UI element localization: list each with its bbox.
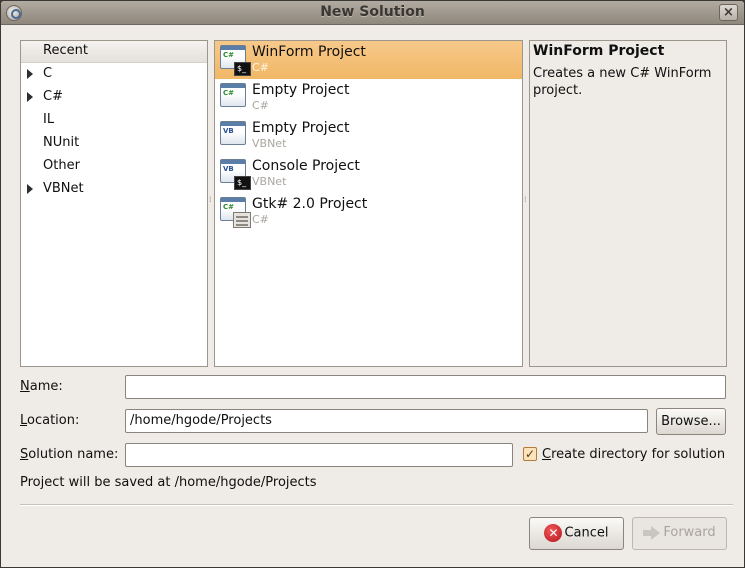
browse-button[interactable]: Browse...	[656, 408, 726, 435]
category-label: C	[43, 66, 53, 81]
category-csharp[interactable]: C#	[21, 86, 207, 109]
template-item-empty-vbnet[interactable]: VB Empty Project VBNet	[215, 117, 522, 155]
location-label: Location:	[20, 413, 80, 428]
template-language: C#	[252, 61, 269, 74]
template-language: VBNet	[252, 175, 287, 188]
template-name: WinForm Project	[252, 44, 366, 60]
category-label: NUnit	[43, 135, 80, 150]
create-directory-checkbox[interactable]: ✓	[523, 447, 537, 461]
close-button[interactable]: ×	[719, 4, 738, 21]
template-language: C#	[252, 99, 269, 112]
expander-icon[interactable]	[27, 92, 33, 102]
expander-icon[interactable]	[27, 184, 33, 194]
template-language: C#	[252, 213, 269, 226]
name-input[interactable]	[125, 375, 726, 399]
category-vbnet[interactable]: VBNet	[21, 178, 207, 201]
category-nunit[interactable]: NUnit	[21, 132, 207, 155]
create-directory-label[interactable]: Create directory for solution	[542, 447, 725, 462]
csharp-project-icon: C#	[220, 83, 246, 107]
forward-arrow-icon	[643, 525, 661, 540]
category-list[interactable]: Recent C C# IL NUnit Other VBNet	[20, 40, 208, 367]
template-language: VBNet	[252, 137, 287, 150]
category-other[interactable]: Other	[21, 155, 207, 178]
cancel-label: Cancel	[564, 525, 609, 541]
csharp-console-project-icon: C# $_	[220, 45, 251, 76]
location-input[interactable]: /home/hgode/Projects	[125, 409, 648, 433]
save-location-info: Project will be saved at /home/hgode/Pro…	[20, 475, 317, 490]
template-name: Gtk# 2.0 Project	[252, 196, 368, 212]
cancel-button[interactable]: ✕ Cancel	[529, 517, 624, 550]
expander-icon[interactable]	[27, 69, 33, 79]
template-name: Empty Project	[252, 82, 350, 98]
forward-label: Forward	[663, 525, 716, 540]
category-label: VBNet	[43, 181, 84, 196]
forward-button[interactable]: Forward	[632, 517, 727, 550]
template-item-empty-csharp[interactable]: C# Empty Project C#	[215, 79, 522, 117]
category-label: C#	[43, 89, 63, 104]
title-bar[interactable]: New Solution ×	[1, 1, 744, 25]
name-label: Name:	[20, 379, 63, 394]
solution-name-input[interactable]	[125, 443, 513, 467]
vbnet-project-icon: VB	[220, 121, 246, 145]
description-title: WinForm Project	[533, 43, 665, 59]
solution-name-label: Solution name:	[20, 447, 119, 462]
cancel-icon: ✕	[544, 524, 563, 542]
template-name: Console Project	[252, 158, 360, 174]
template-item-console-vbnet[interactable]: VB $_ Console Project VBNet	[215, 155, 522, 193]
template-item-gtk[interactable]: C# Gtk# 2.0 Project C#	[215, 193, 522, 231]
pane-resize-handle[interactable]: ⁞	[209, 196, 213, 208]
category-c[interactable]: C	[21, 63, 207, 86]
category-il[interactable]: IL	[21, 109, 207, 132]
pane-resize-handle[interactable]: ⁞	[524, 196, 528, 208]
category-label: IL	[43, 112, 55, 127]
window-title: New Solution	[320, 4, 425, 20]
template-item-winform[interactable]: C# $_ WinForm Project C#	[215, 41, 522, 79]
button-separator	[20, 504, 733, 506]
template-name: Empty Project	[252, 120, 350, 136]
description-text: Creates a new C# WinForm project.	[533, 66, 712, 98]
template-list[interactable]: C# $_ WinForm Project C# C# Empty Projec…	[214, 40, 523, 367]
category-recent[interactable]: Recent	[21, 41, 207, 63]
csharp-gtk-project-icon: C#	[220, 197, 251, 228]
vbnet-console-project-icon: VB $_	[220, 159, 251, 190]
new-solution-dialog: New Solution × Recent C C# IL NUnit Othe…	[0, 0, 745, 568]
category-label: Other	[43, 158, 80, 173]
template-description-panel: WinForm Project Creates a new C# WinForm…	[529, 40, 727, 367]
